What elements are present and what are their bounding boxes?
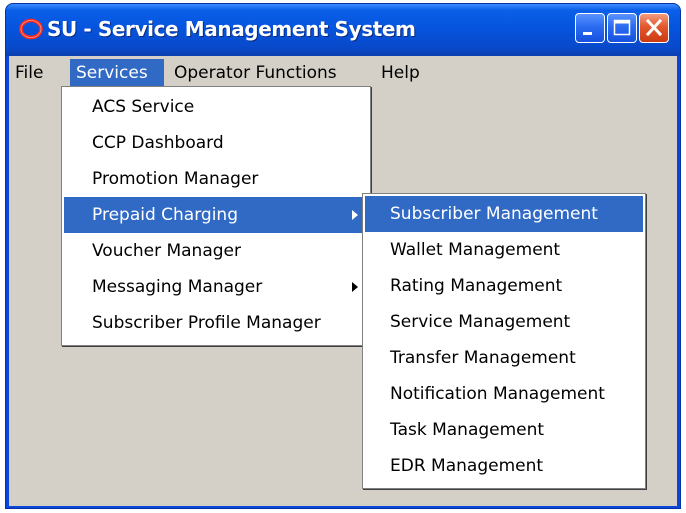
menu-help[interactable]: Help [375, 59, 426, 87]
menu-item-label: Messaging Manager [92, 277, 263, 297]
menu-item-transfer-management[interactable]: Transfer Management [365, 340, 643, 376]
submenu-arrow-icon [352, 210, 358, 220]
menu-item-service-management[interactable]: Service Management [365, 304, 643, 340]
menu-item-rating-management[interactable]: Rating Management [365, 268, 643, 304]
close-button[interactable] [639, 13, 669, 43]
menu-item-edr-management[interactable]: EDR Management [365, 448, 643, 484]
menu-item-label: Transfer Management [390, 348, 576, 368]
menu-item-label: Rating Management [390, 276, 563, 296]
maximize-icon [613, 19, 631, 36]
menu-item-label: Prepaid Charging [92, 205, 238, 225]
menu-file[interactable]: File [9, 59, 49, 87]
menu-item-task-management[interactable]: Task Management [365, 412, 643, 448]
menu-bar: File Services Operator Functions Help [9, 56, 677, 89]
oracle-logo-icon [19, 18, 43, 40]
menu-item-label: Promotion Manager [92, 169, 259, 189]
minimize-button[interactable] [575, 13, 605, 43]
menu-item-subscriber-management[interactable]: Subscriber Management [365, 196, 643, 232]
menu-item-wallet-management[interactable]: Wallet Management [365, 232, 643, 268]
menu-item-label: Wallet Management [390, 240, 561, 260]
menu-services[interactable]: Services [70, 59, 164, 87]
minimize-icon [583, 32, 592, 35]
menu-item-subscriber-profile-manager[interactable]: Subscriber Profile Manager [64, 305, 368, 341]
menu-item-label: Notification Management [390, 384, 605, 404]
menu-item-label: CCP Dashboard [92, 133, 224, 153]
title-bar[interactable]: SU - Service Management System [6, 4, 680, 56]
submenu-arrow-icon [352, 282, 358, 292]
menu-item-acs-service[interactable]: ACS Service [64, 89, 368, 125]
menu-item-prepaid-charging[interactable]: Prepaid Charging [64, 197, 368, 233]
services-dropdown: ACS Service CCP Dashboard Promotion Mana… [61, 86, 371, 346]
menu-item-label: Subscriber Profile Manager [92, 313, 321, 333]
maximize-button[interactable] [607, 13, 637, 43]
menu-operator-functions[interactable]: Operator Functions [168, 59, 343, 87]
menu-item-ccp-dashboard[interactable]: CCP Dashboard [64, 125, 368, 161]
menu-item-promotion-manager[interactable]: Promotion Manager [64, 161, 368, 197]
menu-item-label: Subscriber Management [390, 204, 598, 224]
menu-item-messaging-manager[interactable]: Messaging Manager [64, 269, 368, 305]
prepaid-charging-submenu: Subscriber Management Wallet Management … [362, 193, 646, 489]
menu-item-label: Task Management [390, 420, 545, 440]
menu-item-notification-management[interactable]: Notification Management [365, 376, 643, 412]
menu-item-voucher-manager[interactable]: Voucher Manager [64, 233, 368, 269]
close-icon [645, 18, 663, 37]
menu-item-label: Service Management [390, 312, 571, 332]
menu-item-label: Voucher Manager [92, 241, 241, 261]
window-title: SU - Service Management System [47, 17, 416, 41]
menu-item-label: ACS Service [92, 97, 195, 117]
menu-item-label: EDR Management [390, 456, 544, 476]
